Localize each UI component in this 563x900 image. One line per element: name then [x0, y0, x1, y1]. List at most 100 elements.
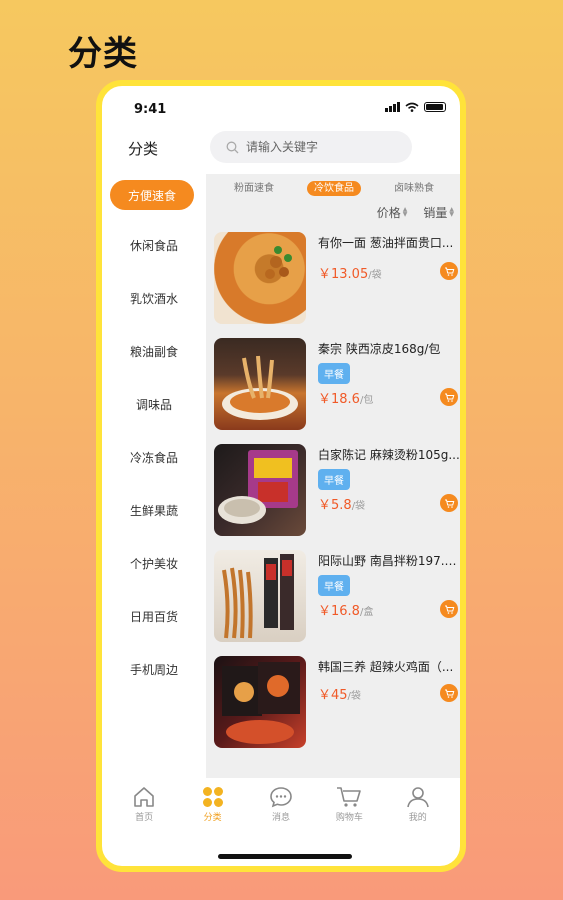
sort-sales-label: 销量: [423, 205, 448, 220]
cart-icon: [337, 787, 362, 807]
sidebar-item-phone-accessories[interactable]: 手机周边: [102, 651, 206, 687]
profile-icon: [406, 787, 429, 808]
sidebar-item-seasoning[interactable]: 调味品: [102, 386, 206, 422]
subtab-braised[interactable]: 卤味熟食: [374, 179, 454, 194]
product-card[interactable]: 阳际山野 南昌拌粉197.8... 早餐 ￥16.8/盒: [206, 544, 460, 650]
message-icon: [270, 787, 292, 808]
sort-price-button[interactable]: 价格 ▲ ▼: [377, 204, 408, 221]
tab-label: 购物车: [335, 813, 363, 823]
signal-icon: [385, 102, 400, 112]
home-icon: [134, 787, 154, 807]
home-indicator[interactable]: [218, 854, 352, 859]
sidebar-item-personal-care[interactable]: 个护美妆: [102, 545, 206, 581]
sidebar-item-snacks[interactable]: 休闲食品: [102, 227, 206, 263]
tab-cart[interactable]: 购物车: [319, 778, 379, 840]
header: 分类: [102, 130, 460, 166]
subtab-label: 卤味熟食: [394, 182, 434, 194]
tab-label: 分类: [203, 813, 222, 823]
sort-arrows-icon: ▲ ▼: [402, 206, 408, 218]
search-bar[interactable]: [210, 131, 412, 163]
product-price: ￥13.05/袋: [318, 263, 382, 282]
product-image: [214, 656, 306, 748]
subtab-label: 冷饮食品: [307, 180, 361, 196]
tab-messages[interactable]: 消息: [251, 778, 311, 840]
product-name: 有你一面 葱油拌面贵口...: [318, 236, 454, 250]
product-image: [214, 550, 306, 642]
product-name: 阳际山野 南昌拌粉197.8...: [318, 554, 460, 568]
add-to-cart-button[interactable]: [440, 494, 458, 512]
cart-icon: [444, 393, 454, 402]
subtab-cold-food[interactable]: 冷饮食品: [294, 179, 374, 196]
sidebar-item-grain-oil[interactable]: 粮油副食: [102, 333, 206, 369]
search-icon: [226, 141, 239, 154]
phone-frame: 9:41 分类 方便速食 休闲食品 乳饮酒水 粮油副食 调味品: [96, 80, 466, 872]
sort-bar: 价格 ▲ ▼ 销量 ▲ ▼: [206, 198, 460, 226]
product-card[interactable]: 有你一面 葱油拌面贵口... ￥13.05/袋: [206, 226, 460, 332]
sidebar-item-frozen[interactable]: 冷冻食品: [102, 439, 206, 475]
sidebar-item-drinks[interactable]: 乳饮酒水: [102, 280, 206, 316]
promo-title: 分类: [68, 34, 138, 74]
product-card[interactable]: 白家陈记 麻辣烫粉105g... 早餐 ￥5.8/袋: [206, 438, 460, 544]
price-unit: /袋: [368, 270, 382, 281]
price-value: ￥5.8: [318, 498, 352, 513]
product-image: [214, 444, 306, 536]
product-price: ￥18.6/包: [318, 388, 373, 407]
product-price: ￥5.8/袋: [318, 494, 365, 513]
tab-label: 消息: [271, 813, 290, 823]
product-card[interactable]: 秦宗 陕西凉皮168g/包 早餐 ￥18.6/包: [206, 332, 460, 438]
product-image: [214, 338, 306, 430]
price-value: ￥45: [318, 688, 348, 703]
battery-icon: [424, 102, 446, 112]
tab-label: 我的: [408, 813, 427, 823]
product-image: [214, 232, 306, 324]
subcategory-tabs: 粉面速食 冷饮食品 卤味熟食: [206, 174, 460, 198]
product-list: 有你一面 葱油拌面贵口... ￥13.05/袋 秦宗 陕西凉皮168g/包 早餐…: [206, 226, 460, 756]
category-icon: [202, 787, 223, 807]
tab-label: 首页: [135, 813, 154, 823]
product-tag: 早餐: [318, 469, 350, 490]
add-to-cart-button[interactable]: [440, 600, 458, 618]
product-name: 韩国三养 超辣火鸡面（...: [318, 660, 454, 674]
category-sidebar: 方便速食 休闲食品 乳饮酒水 粮油副食 调味品 冷冻食品 生鲜果蔬 个护美妆 日…: [102, 176, 206, 776]
status-time: 9:41: [134, 102, 167, 117]
wifi-icon: [405, 102, 419, 112]
subtab-noodles[interactable]: 粉面速食: [214, 179, 294, 194]
price-value: ￥13.05: [318, 267, 369, 282]
product-name: 白家陈记 麻辣烫粉105g...: [318, 448, 460, 462]
subtab-label: 粉面速食: [234, 182, 274, 194]
price-unit: /盒: [359, 607, 374, 618]
tab-home[interactable]: 首页: [114, 778, 174, 840]
product-price: ￥16.8/盒: [318, 600, 373, 619]
product-tag: 早餐: [318, 363, 350, 384]
tab-profile[interactable]: 我的: [388, 778, 448, 840]
search-input[interactable]: [246, 140, 386, 154]
product-panel: 粉面速食 冷饮食品 卤味熟食 价格 ▲ ▼ 销量 ▲ ▼ 有你一面 葱油拌面贵口..…: [206, 174, 460, 778]
add-to-cart-button[interactable]: [440, 684, 458, 702]
sort-price-label: 价格: [376, 205, 401, 220]
add-to-cart-button[interactable]: [440, 388, 458, 406]
bottom-tab-bar: 首页 分类 消息 购物车 我的: [102, 778, 460, 840]
product-card[interactable]: 韩国三养 超辣火鸡面（... ￥45/袋: [206, 650, 460, 756]
price-unit: /袋: [351, 501, 366, 512]
add-to-cart-button[interactable]: [440, 262, 458, 280]
sidebar-item-daily-goods[interactable]: 日用百货: [102, 598, 206, 634]
cart-icon: [444, 605, 454, 614]
tab-category[interactable]: 分类: [183, 778, 243, 840]
cart-icon: [444, 499, 454, 508]
sidebar-item-instant-food[interactable]: 方便速食: [110, 180, 194, 210]
price-unit: /袋: [347, 691, 361, 702]
sidebar-item-fresh[interactable]: 生鲜果蔬: [102, 492, 206, 528]
price-value: ￥18.6: [318, 392, 360, 407]
cart-icon: [444, 689, 454, 698]
status-icons: [385, 102, 446, 112]
cart-icon: [444, 267, 454, 276]
page-title: 分类: [128, 140, 159, 158]
sort-sales-button[interactable]: 销量 ▲ ▼: [423, 204, 454, 221]
product-name: 秦宗 陕西凉皮168g/包: [318, 342, 441, 356]
status-bar: 9:41: [102, 86, 460, 120]
product-price: ￥45/袋: [318, 684, 361, 703]
price-value: ￥16.8: [318, 604, 360, 619]
sort-arrows-icon: ▲ ▼: [449, 206, 454, 218]
product-tag: 早餐: [318, 575, 350, 596]
price-unit: /包: [359, 395, 374, 406]
